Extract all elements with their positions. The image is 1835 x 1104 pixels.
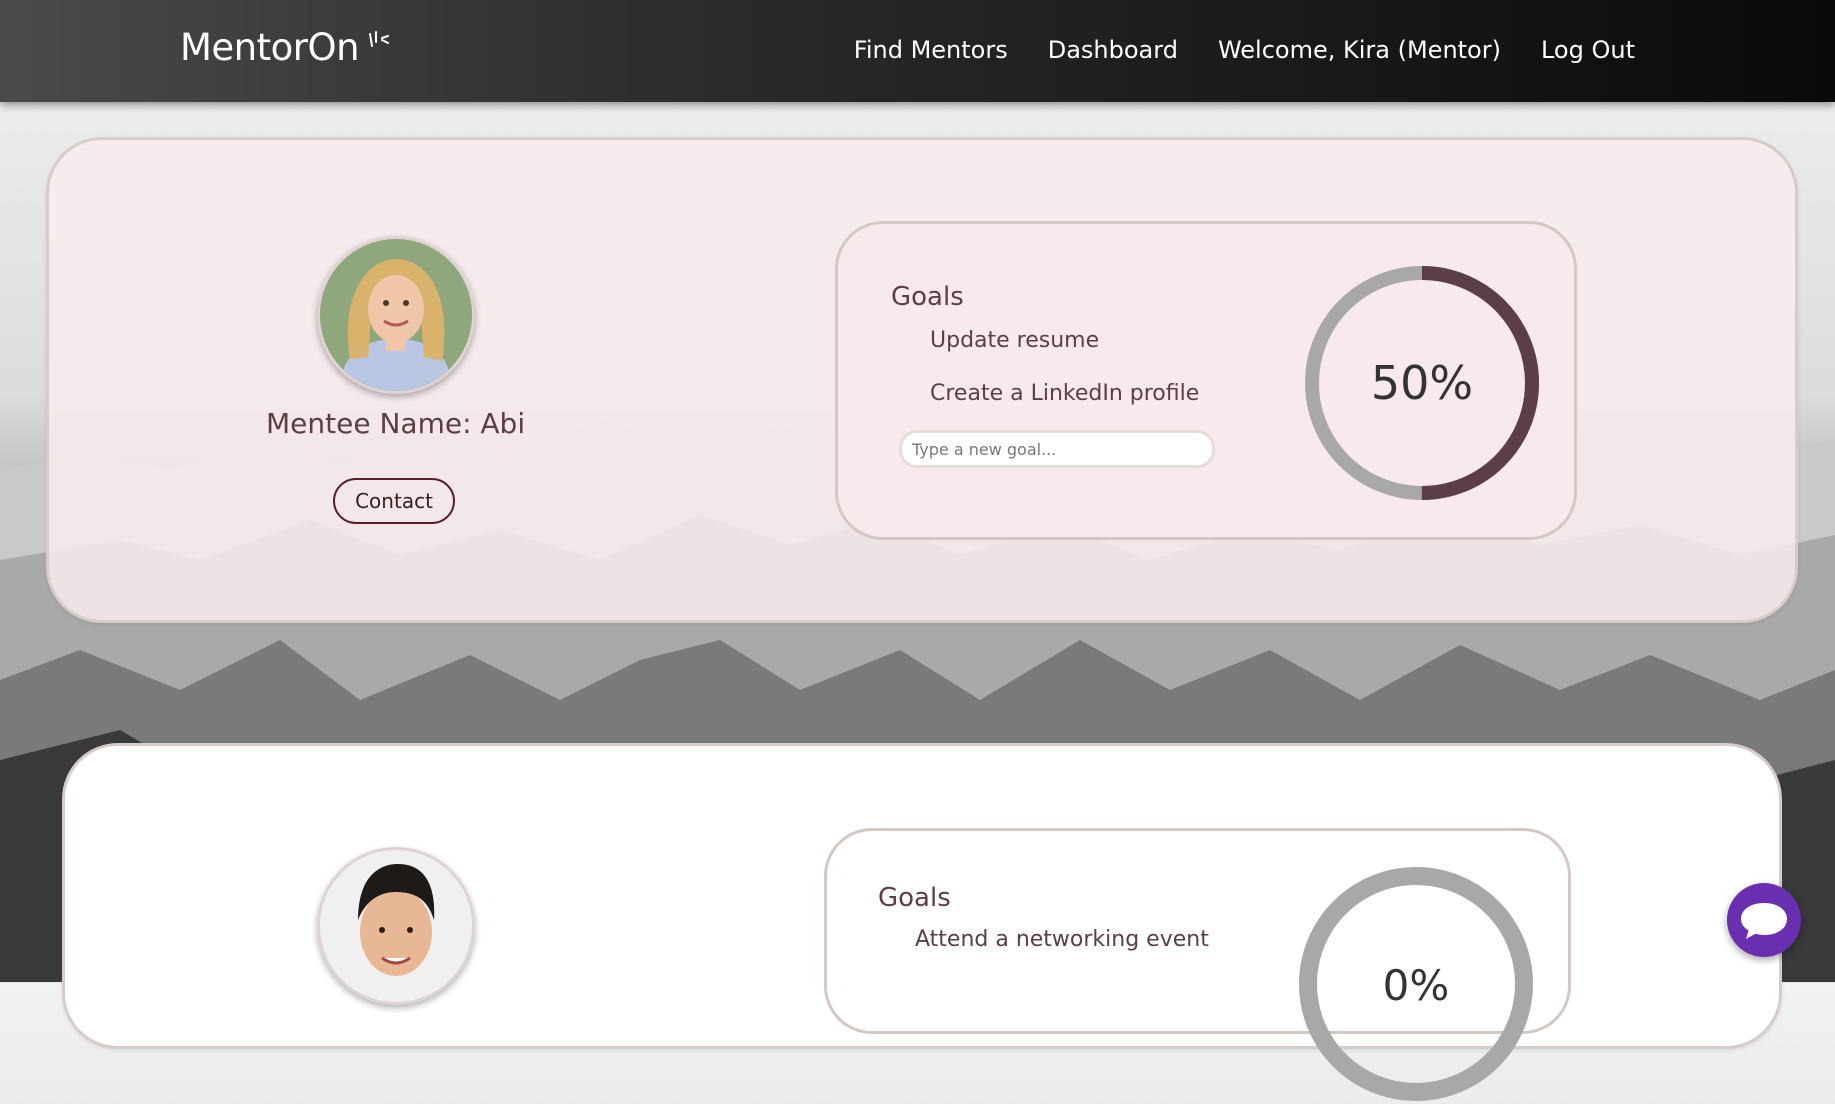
avatar-photo [320,239,472,391]
goals-panel: Goals Update resume Create a LinkedIn pr… [835,221,1577,540]
goal-item: Attend a networking event [915,927,1209,952]
progress-percent: 50% [1371,356,1473,410]
avatar [317,847,475,1005]
progress-percent: 0% [1383,961,1450,1010]
goals-panel: Goals Attend a networking event 0% [824,828,1571,1101]
goals-title: Goals [891,282,964,312]
new-goal-input[interactable] [899,430,1215,468]
progress-ring: 50% [1305,266,1539,500]
goals-title: Goals [878,883,951,913]
progress-ring: 0% [1299,867,1533,1101]
nav-links: Find Mentors Dashboard Welcome, Kira (Me… [854,36,1635,64]
nav-welcome-user[interactable]: Welcome, Kira (Mentor) [1218,36,1501,64]
avatar [317,236,475,394]
mentee-name: Mentee Name: Abi [266,407,526,440]
goal-item: Update resume [930,328,1100,353]
goal-item: Create a LinkedIn profile [930,381,1200,406]
nav-dashboard[interactable]: Dashboard [1048,36,1178,64]
nav-log-out[interactable]: Log Out [1541,36,1635,64]
sparkle-icon [369,31,389,47]
avatar-photo [320,850,472,1002]
chat-button[interactable] [1727,883,1801,957]
contact-button[interactable]: Contact [333,478,455,524]
nav-find-mentors[interactable]: Find Mentors [854,36,1008,64]
app-logo[interactable]: MentorOn [180,26,360,69]
chat-bubble-icon [1741,903,1787,939]
top-navbar: MentorOn Find Mentors Dashboard Welcome,… [0,0,1835,102]
